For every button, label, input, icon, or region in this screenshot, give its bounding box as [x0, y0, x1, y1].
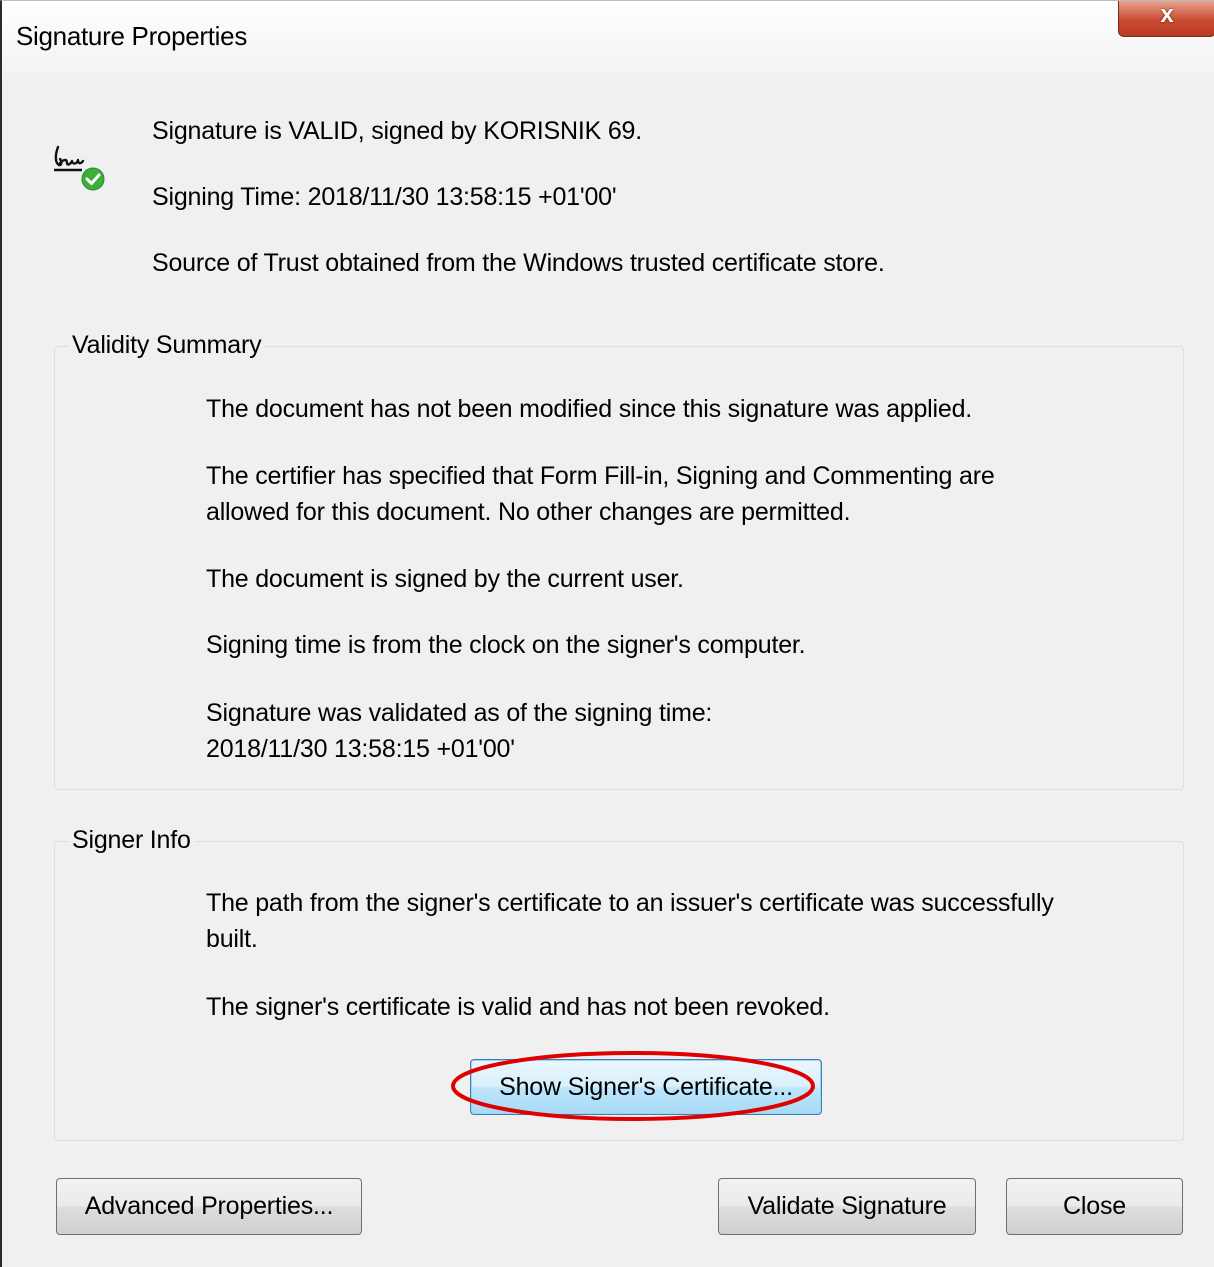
signature-status-text: Signature is VALID, signed by KORISNIK 6…	[152, 117, 642, 145]
validate-signature-button[interactable]: Validate Signature	[718, 1178, 976, 1235]
close-window-button[interactable]: x	[1118, 1, 1214, 37]
validated-as-of-line-1: Signature was validated as of the signin…	[206, 699, 713, 727]
certificate-path-line-2: built.	[206, 925, 258, 953]
signature-properties-dialog: Signature Properties x Signature is VALI…	[0, 0, 1214, 1267]
certificate-valid-text: The signer's certificate is valid and ha…	[206, 993, 830, 1021]
certifier-permissions-line-2: allowed for this document. No other chan…	[206, 498, 851, 526]
signature-valid-icon	[54, 145, 105, 191]
window-title: Signature Properties	[16, 21, 248, 51]
not-modified-text: The document has not been modified since…	[206, 395, 973, 423]
validated-as-of-text: Signature was validated as of the signin…	[206, 695, 712, 767]
close-button[interactable]: Close	[1006, 1178, 1183, 1235]
certificate-path-text: The path from the signer's certificate t…	[206, 885, 1054, 957]
validated-as-of-line-2: 2018/11/30 13:58:15 +01'00'	[206, 735, 515, 763]
title-bar[interactable]: Signature Properties x	[2, 1, 1214, 73]
validity-summary-legend: Validity Summary	[68, 331, 266, 360]
certifier-permissions-line-1: The certifier has specified that Form Fi…	[206, 462, 995, 490]
signed-by-current-user-text: The document is signed by the current us…	[206, 565, 684, 593]
signer-info-legend: Signer Info	[68, 826, 195, 855]
certificate-path-line-1: The path from the signer's certificate t…	[206, 889, 1054, 917]
clock-source-text: Signing time is from the clock on the si…	[206, 631, 806, 659]
trust-source-text: Source of Trust obtained from the Window…	[152, 249, 885, 277]
show-signers-certificate-button[interactable]: Show Signer's Certificate...	[470, 1059, 822, 1115]
advanced-properties-button[interactable]: Advanced Properties...	[56, 1178, 362, 1235]
signing-time-text: Signing Time: 2018/11/30 13:58:15 +01'00…	[152, 183, 617, 211]
certifier-permissions-text: The certifier has specified that Form Fi…	[206, 458, 995, 530]
